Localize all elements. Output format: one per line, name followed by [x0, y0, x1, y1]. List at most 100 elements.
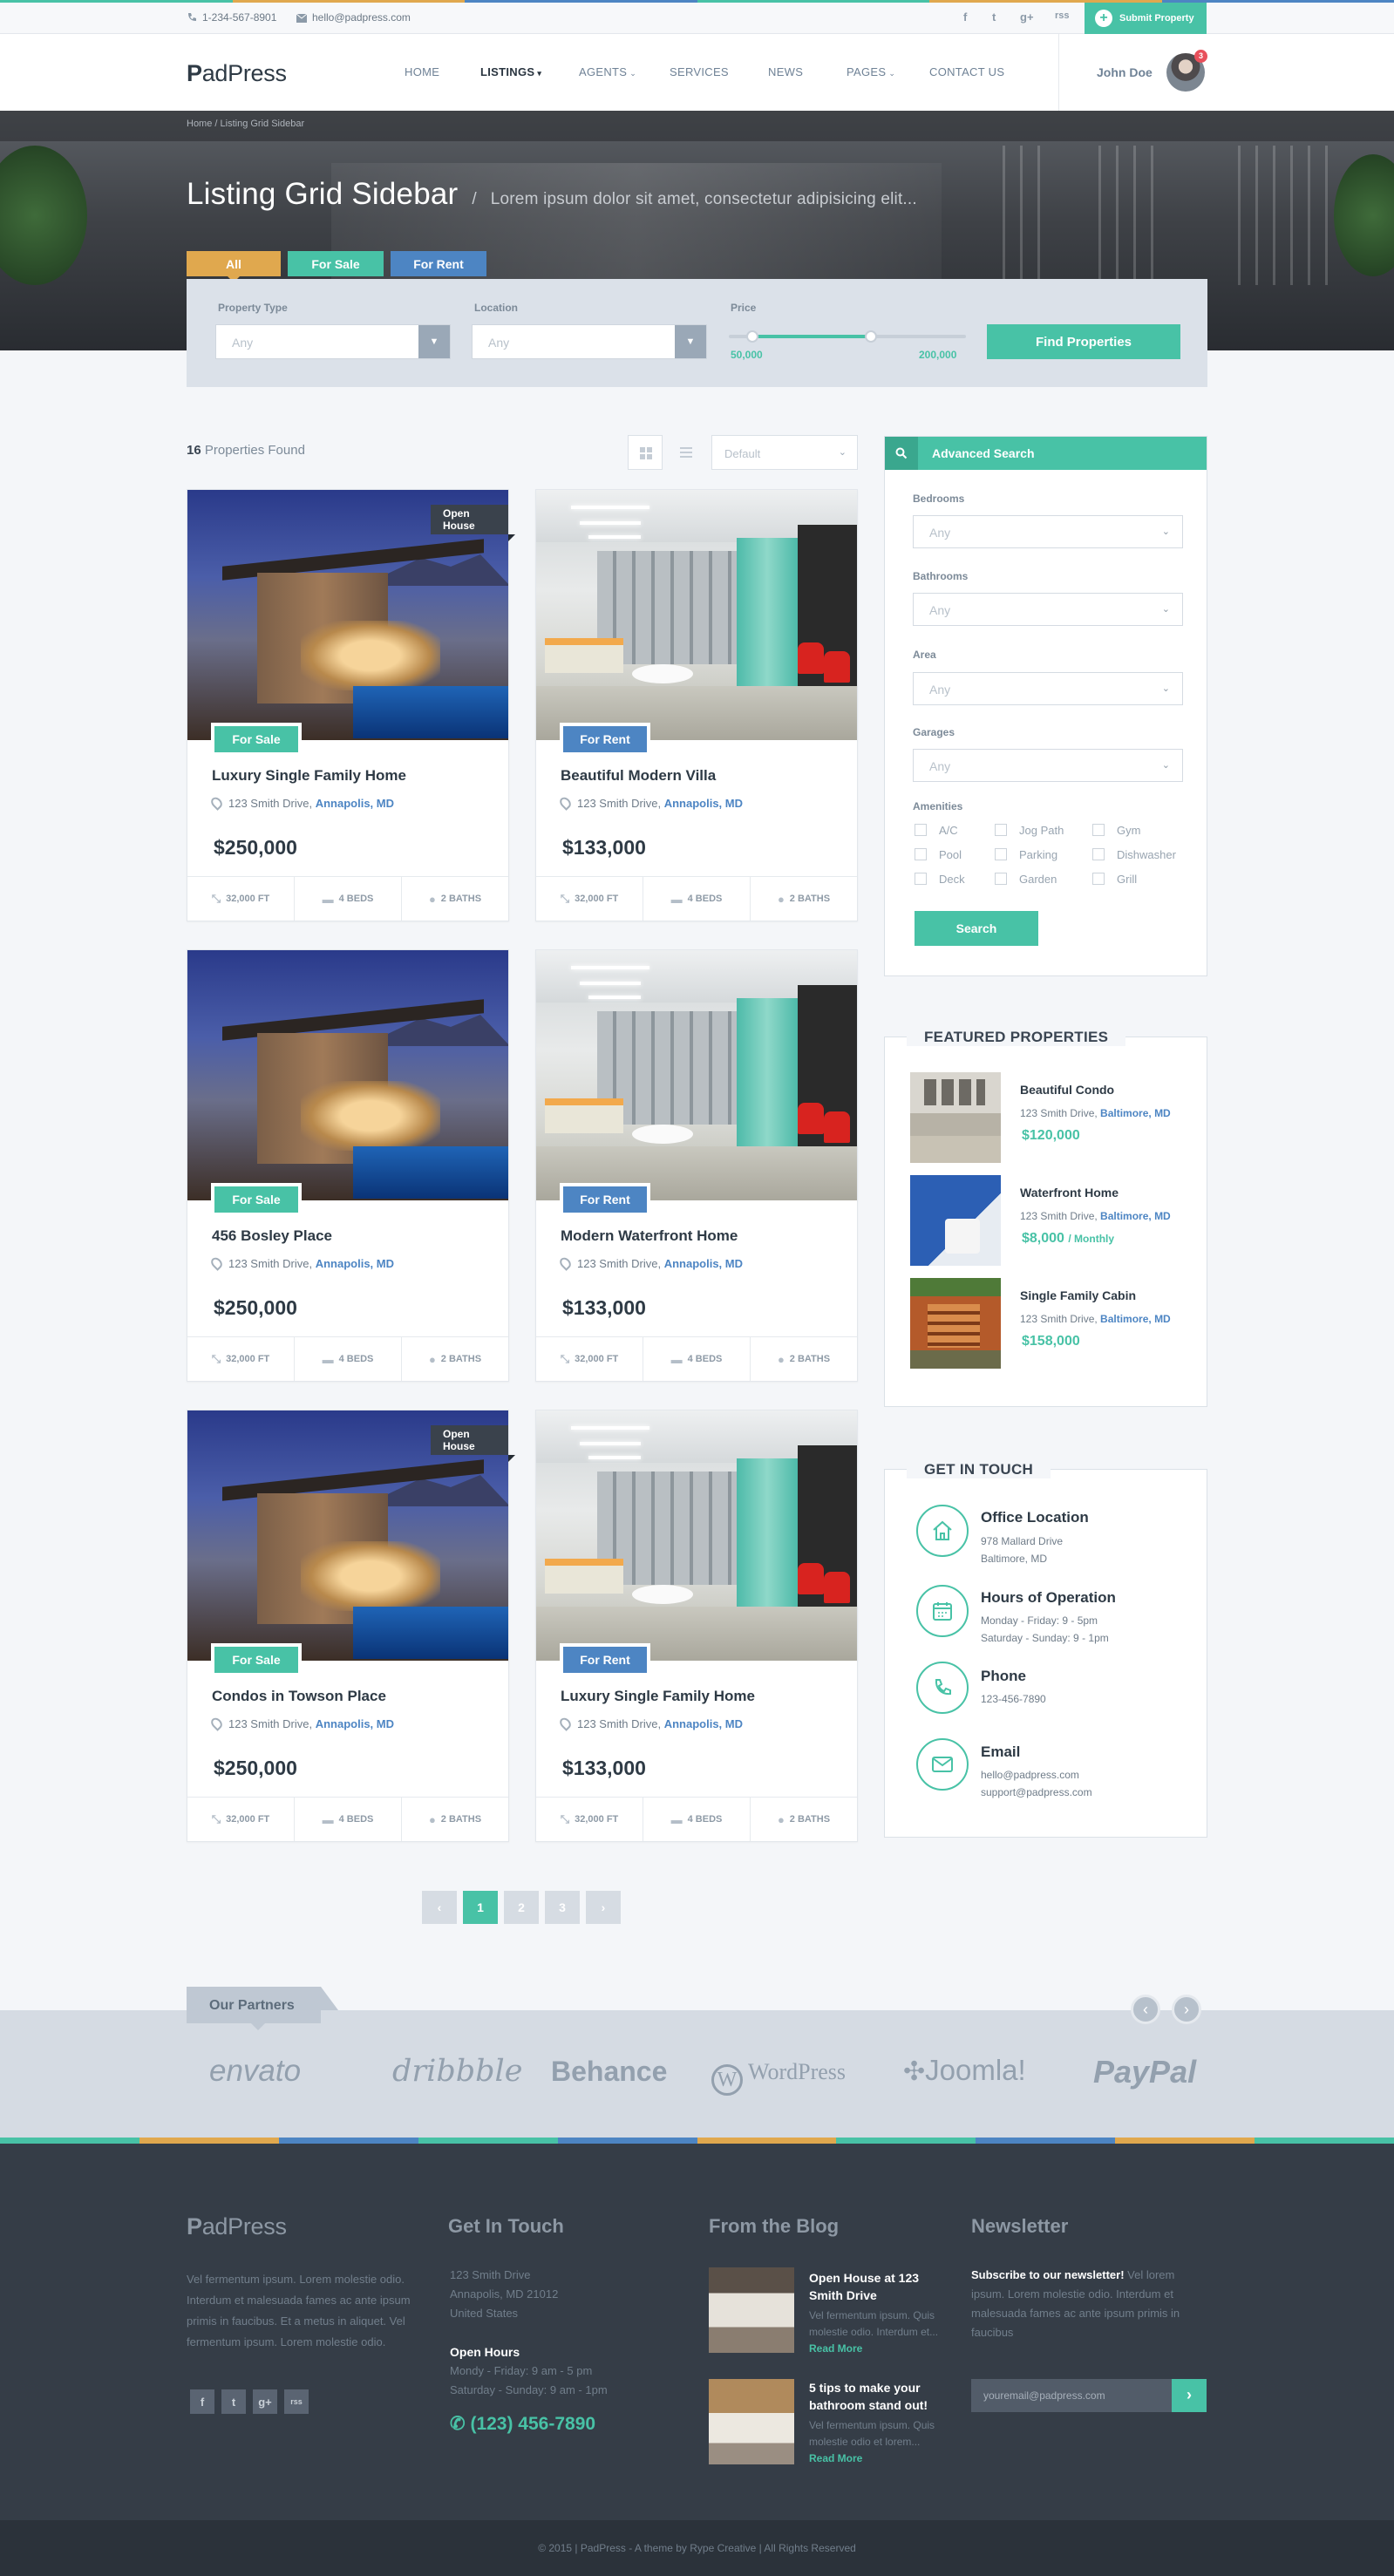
droplet-icon: ● [777, 1352, 785, 1366]
featured-title[interactable]: Waterfront Home [1020, 1186, 1119, 1200]
listing-image[interactable] [187, 950, 508, 1200]
nav-listings[interactable]: LISTINGS ▾ [480, 65, 541, 78]
price-max-handle[interactable] [865, 330, 878, 343]
bathrooms-select[interactable]: Any ⌄ [913, 593, 1183, 626]
nav-home[interactable]: HOME [405, 65, 439, 78]
footer-address: 123 Smith Drive Annapolis, MD 21012 Unit… [450, 2268, 559, 2320]
tab-all[interactable]: All [187, 251, 281, 282]
pagination-prev[interactable]: ‹ [422, 1891, 457, 1924]
property-type-select[interactable]: Any ▼ [215, 324, 451, 359]
footer-facebook-icon[interactable]: f [190, 2389, 214, 2414]
listing-card[interactable]: For Rent Beautiful Modern Villa 123 Smit… [535, 489, 858, 921]
blog-post-image[interactable] [709, 2267, 794, 2353]
featured-title[interactable]: Single Family Cabin [1020, 1288, 1136, 1302]
amenity-checkbox[interactable]: Pool [915, 848, 962, 861]
baths-spec: ● 2 BATHS [777, 1812, 831, 1826]
listing-image[interactable] [536, 1410, 857, 1661]
area-select[interactable]: Any ⌄ [913, 672, 1183, 705]
find-properties-button[interactable]: Find Properties [987, 324, 1180, 359]
search-button[interactable]: Search [915, 911, 1038, 946]
amenity-checkbox[interactable]: Dishwasher [1092, 848, 1176, 861]
featured-image[interactable] [910, 1072, 1001, 1163]
listing-title[interactable]: Modern Waterfront Home [561, 1227, 738, 1245]
listing-title[interactable]: Condos in Towson Place [212, 1688, 386, 1705]
pagination-page-1[interactable]: 1 [463, 1891, 498, 1924]
listing-image[interactable] [536, 490, 857, 740]
amenity-checkbox[interactable]: A/C [915, 824, 958, 837]
wordpress-logo[interactable]: W WordPress [711, 2059, 846, 2096]
submit-property-button[interactable]: + Submit Property [1085, 3, 1207, 34]
listing-card[interactable]: For Rent Luxury Single Family Home 123 S… [535, 1410, 858, 1842]
nav-services[interactable]: SERVICES [670, 65, 729, 78]
google-plus-icon[interactable]: g+ [1020, 10, 1034, 24]
tab-for-rent[interactable]: For Rent [391, 251, 486, 276]
top-email[interactable]: hello@padpress.com [296, 11, 411, 24]
blog-post-title[interactable]: Open House at 123 Smith Drive [809, 2269, 940, 2304]
envato-logo[interactable]: envato [209, 2054, 301, 2089]
nav-news[interactable]: NEWS [768, 65, 803, 78]
twitter-icon[interactable]: t [992, 10, 996, 24]
nav-contact[interactable]: CONTACT US [929, 65, 1004, 78]
paypal-logo[interactable]: PayPal [1093, 2054, 1196, 2090]
amenity-checkbox[interactable]: Deck [915, 873, 965, 886]
listing-title[interactable]: Beautiful Modern Villa [561, 767, 716, 785]
listing-card[interactable]: For Rent Modern Waterfront Home 123 Smit… [535, 949, 858, 1382]
footer-logo[interactable]: PadPress [187, 2213, 287, 2240]
bedrooms-select[interactable]: Any ⌄ [913, 515, 1183, 548]
amenity-checkbox[interactable]: Grill [1092, 873, 1137, 886]
price-slider[interactable] [729, 330, 966, 343]
nav-pages[interactable]: PAGES ⌄ [847, 65, 895, 78]
amenity-checkbox[interactable]: Parking [995, 848, 1057, 861]
amenity-checkbox[interactable]: Gym [1092, 824, 1140, 837]
blog-post-image[interactable] [709, 2379, 794, 2464]
price-min-handle[interactable] [746, 330, 759, 343]
status-badge: For Sale [211, 1643, 302, 1676]
amenity-checkbox[interactable]: Garden [995, 873, 1057, 886]
breadcrumb[interactable]: Home / Listing Grid Sidebar [187, 119, 304, 129]
featured-title[interactable]: Beautiful Condo [1020, 1083, 1114, 1097]
map-pin-icon [557, 1255, 574, 1271]
amenity-checkbox[interactable]: Jog Path [995, 824, 1064, 837]
logo[interactable]: PadPress [187, 60, 287, 87]
featured-image[interactable] [910, 1278, 1001, 1369]
listing-card[interactable]: For Sale 456 Bosley Place 123 Smith Driv… [187, 949, 509, 1382]
listing-title[interactable]: Luxury Single Family Home [212, 767, 406, 785]
pagination-page-2[interactable]: 2 [504, 1891, 539, 1924]
area-spec: ⤡ 32,000 FT [536, 877, 643, 921]
partners-prev-button[interactable]: ‹ [1131, 1995, 1160, 2024]
pagination-page-3[interactable]: 3 [545, 1891, 580, 1924]
footer-twitter-icon[interactable]: t [221, 2389, 246, 2414]
newsletter-email-input[interactable]: youremail@padpress.com [971, 2379, 1172, 2412]
listing-image[interactable] [536, 950, 857, 1200]
listing-card[interactable]: Open House For Sale Condos in Towson Pla… [187, 1410, 515, 1842]
footer-rss-icon[interactable]: rss [284, 2389, 309, 2414]
facebook-icon[interactable]: f [963, 10, 967, 24]
phone-number[interactable]: 123-456-7890 [981, 1690, 1046, 1708]
listing-card[interactable]: Open House For Sale Luxury Single Family… [187, 489, 515, 921]
read-more-link[interactable]: Read More [809, 2342, 862, 2355]
read-more-link[interactable]: Read More [809, 2452, 862, 2464]
garages-select[interactable]: Any ⌄ [913, 749, 1183, 782]
pagination-next[interactable]: › [586, 1891, 621, 1924]
sort-select[interactable]: Default ⌄ [711, 435, 858, 470]
blog-post-title[interactable]: 5 tips to make your bathroom stand out! [809, 2379, 940, 2414]
footer-phone[interactable]: ✆ (123) 456-7890 [450, 2414, 595, 2435]
listing-address: 123 Smith Drive, Annapolis, MD [557, 795, 743, 811]
nav-agents[interactable]: AGENTS ⌄ [579, 65, 636, 78]
location-select[interactable]: Any ▼ [472, 324, 707, 359]
tab-for-sale[interactable]: For Sale [288, 251, 384, 276]
grid-view-button[interactable] [628, 435, 663, 470]
listing-title[interactable]: 456 Bosley Place [212, 1227, 332, 1245]
listing-title[interactable]: Luxury Single Family Home [561, 1688, 755, 1705]
user-name[interactable]: John Doe [1097, 65, 1153, 79]
featured-image[interactable] [910, 1175, 1001, 1266]
behance-logo[interactable]: Behance [551, 2056, 667, 2088]
footer-google-plus-icon[interactable]: g+ [253, 2389, 277, 2414]
rss-icon[interactable]: rss [1055, 10, 1070, 21]
joomla-logo[interactable]: ✣Joomla! [903, 2054, 1026, 2087]
newsletter-submit-button[interactable]: › [1172, 2379, 1207, 2412]
droplet-icon: ● [777, 1812, 785, 1826]
list-view-button[interactable] [669, 435, 704, 470]
partners-next-button[interactable]: › [1172, 1995, 1201, 2024]
dribbble-logo[interactable]: dribbble [392, 2054, 522, 2089]
